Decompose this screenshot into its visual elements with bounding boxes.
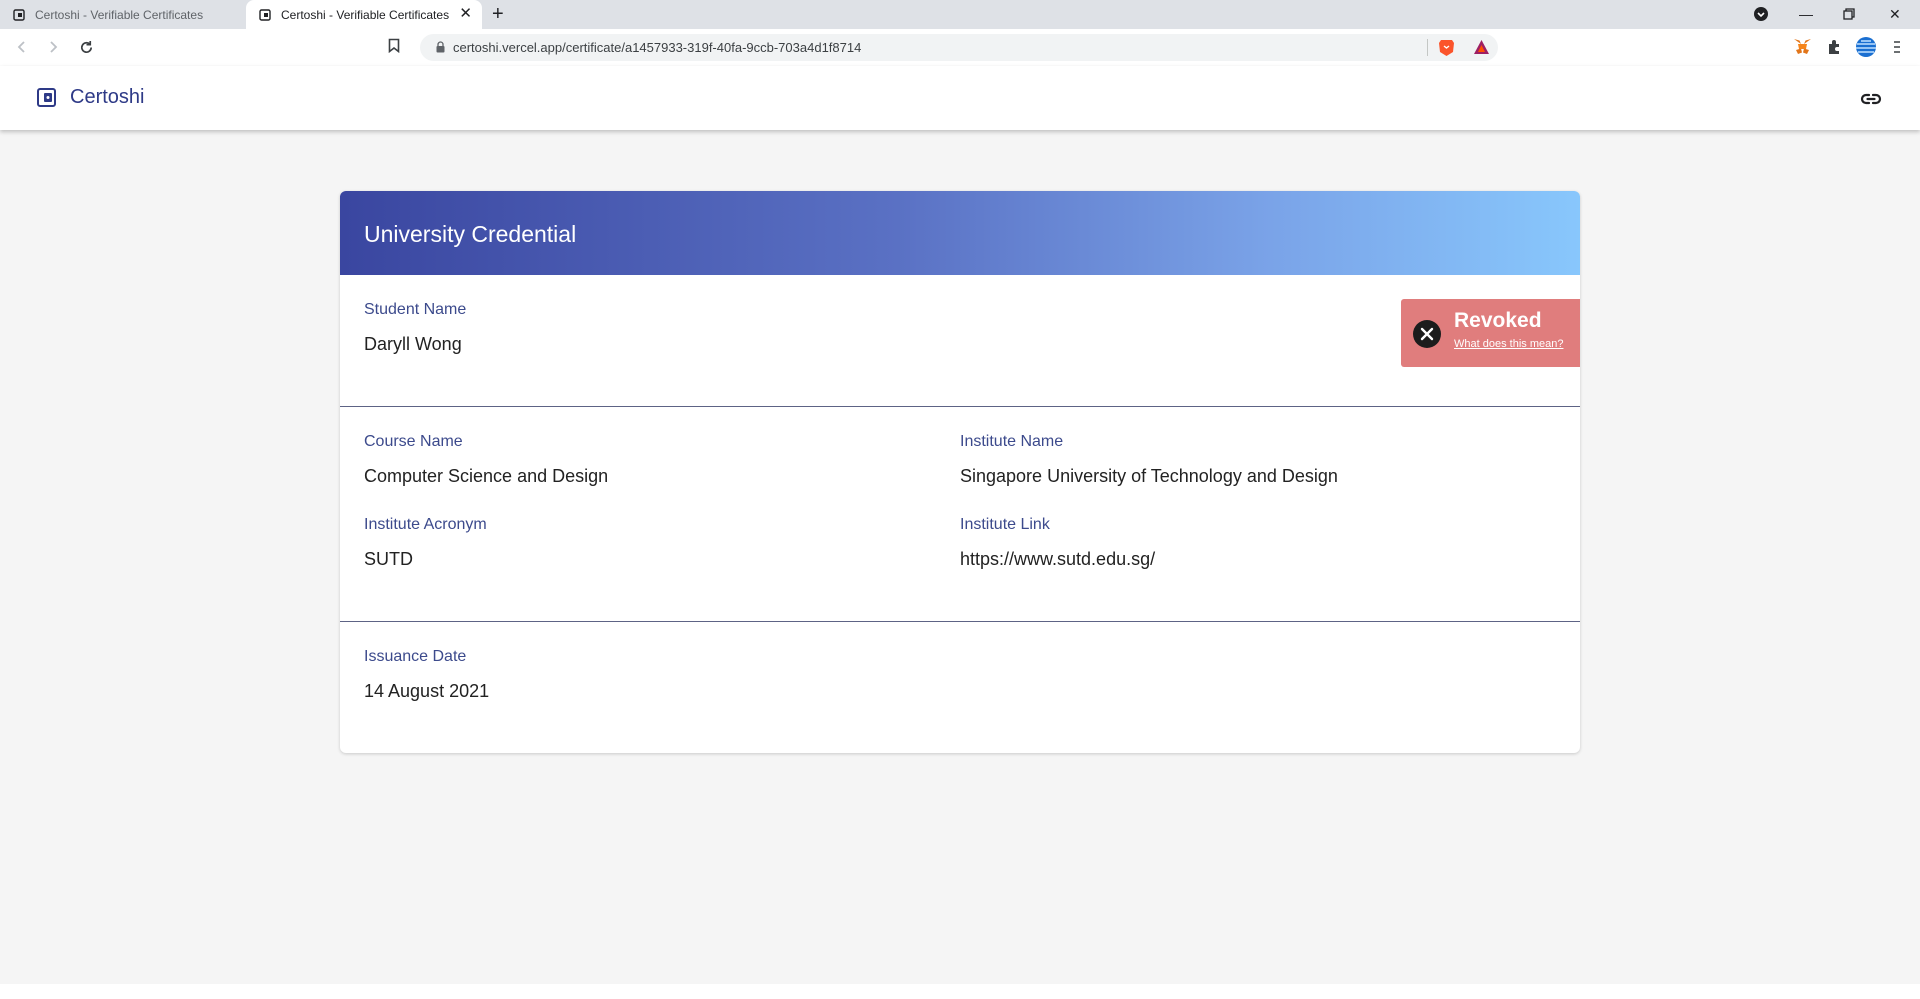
institute-acronym-value: SUTD	[364, 549, 413, 569]
browser-toolbar: certoshi.vercel.app/certificate/a1457933…	[0, 29, 1920, 67]
browser-tab-active[interactable]: Certoshi - Verifiable Certificates ✕	[246, 0, 482, 29]
certificate-title: University Credential	[364, 221, 577, 247]
url-text: certoshi.vercel.app/certificate/a1457933…	[453, 40, 862, 55]
tab-title: Certoshi - Verifiable Certificates	[281, 7, 450, 22]
status-help-link[interactable]: What does this mean?	[1454, 338, 1563, 350]
extensions-icon[interactable]	[1826, 39, 1842, 55]
app-header: Certoshi	[0, 66, 1920, 130]
profile-avatar-icon[interactable]	[1855, 36, 1877, 58]
address-bar[interactable]: certoshi.vercel.app/certificate/a1457933…	[420, 34, 1498, 61]
issuance-date-value: 14 August 2021	[364, 681, 490, 701]
metamask-extension-icon[interactable]	[1793, 38, 1812, 56]
student-name-label: Student Name	[364, 301, 467, 318]
institute-name-value: Singapore University of Technology and D…	[960, 466, 1338, 486]
close-tab-icon[interactable]: ✕	[459, 6, 472, 22]
tab-favicon-icon	[259, 8, 271, 21]
certificate-header: University Credential	[340, 191, 1580, 275]
certificate-card: University Credential Student Name Daryl…	[340, 191, 1580, 753]
institute-acronym-label: Institute Acronym	[364, 516, 487, 533]
back-icon[interactable]	[12, 37, 32, 57]
student-name-value: Daryll Wong	[364, 334, 462, 354]
institute-link-label: Institute Link	[960, 516, 1050, 533]
close-window-icon[interactable]: ✕	[1889, 3, 1901, 25]
course-name-label: Course Name	[364, 433, 463, 450]
tab-search-icon[interactable]	[1753, 6, 1769, 22]
page-content: Certoshi University Credential Student N…	[0, 66, 1920, 984]
institute-link-value[interactable]: https://www.sutd.edu.sg/	[960, 549, 1155, 570]
omnibox-divider	[1427, 39, 1428, 56]
brand-name: Certoshi	[70, 86, 145, 108]
status-label: Revoked	[1454, 309, 1542, 332]
tab-favicon-icon	[13, 8, 25, 21]
institute-name-label: Institute Name	[960, 433, 1064, 450]
browser-tab[interactable]: Certoshi - Verifiable Certificates	[0, 0, 242, 29]
browser-tab-bar: Certoshi - Verifiable Certificates Certo…	[0, 0, 1920, 29]
close-circle-icon	[1413, 320, 1441, 348]
divider	[340, 621, 1580, 622]
divider	[340, 406, 1580, 407]
issuance-date-label: Issuance Date	[364, 648, 467, 665]
brand[interactable]: Certoshi	[37, 86, 144, 109]
lock-icon	[436, 41, 445, 53]
new-tab-icon[interactable]: +	[492, 4, 504, 24]
brave-shields-icon[interactable]	[1438, 38, 1455, 57]
revoked-status-badge: Revoked What does this mean?	[1401, 299, 1580, 367]
course-name-value: Computer Science and Design	[364, 466, 609, 486]
forward-icon[interactable]	[43, 37, 63, 57]
browser-menu-icon[interactable]	[1893, 40, 1901, 54]
bookmark-icon[interactable]	[388, 38, 400, 53]
minimize-icon[interactable]: —	[1799, 3, 1813, 25]
brave-rewards-icon[interactable]	[1473, 39, 1490, 55]
reload-icon[interactable]	[76, 37, 96, 57]
restore-icon[interactable]	[1843, 8, 1855, 20]
link-icon[interactable]	[1860, 88, 1882, 110]
tab-title: Certoshi - Verifiable Certificates	[35, 7, 204, 22]
certificate-logo-icon	[37, 88, 56, 107]
